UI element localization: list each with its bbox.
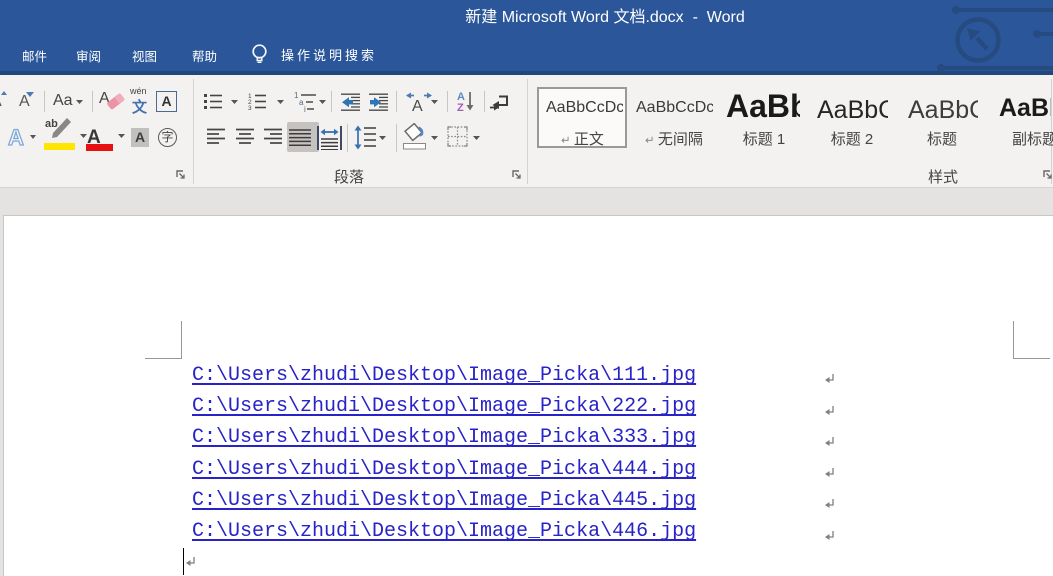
svg-text:A: A [412, 98, 423, 112]
svg-text:3: 3 [248, 105, 252, 111]
svg-text:Z: Z [457, 102, 464, 113]
svg-text:i: i [304, 105, 306, 112]
svg-text:A: A [8, 125, 24, 149]
